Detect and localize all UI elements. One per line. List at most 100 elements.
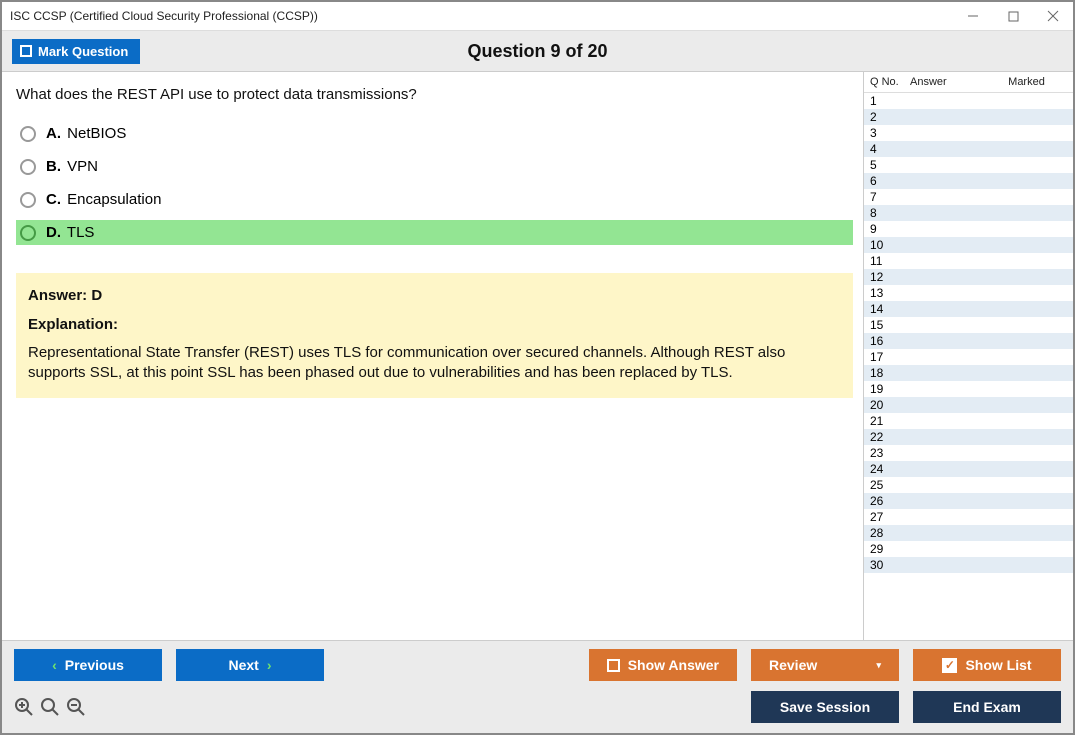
chevron-right-icon: ›	[267, 657, 272, 673]
side-header: Q No. Answer Marked	[864, 72, 1073, 93]
question-text: What does the REST API use to protect da…	[16, 86, 853, 103]
side-row[interactable]: 12	[864, 269, 1073, 285]
side-row-qno: 11	[870, 254, 910, 268]
side-row-qno: 6	[870, 174, 910, 188]
side-row[interactable]: 14	[864, 301, 1073, 317]
side-row[interactable]: 23	[864, 445, 1073, 461]
side-row[interactable]: 22	[864, 429, 1073, 445]
side-row[interactable]: 5	[864, 157, 1073, 173]
option-text: TLS	[67, 224, 95, 241]
close-button[interactable]	[1033, 2, 1073, 30]
save-session-button[interactable]: Save Session	[751, 691, 899, 723]
side-row-qno: 22	[870, 430, 910, 444]
side-row-qno: 27	[870, 510, 910, 524]
option-a[interactable]: A. NetBIOS	[16, 121, 853, 146]
side-row[interactable]: 4	[864, 141, 1073, 157]
side-row[interactable]: 29	[864, 541, 1073, 557]
side-row-qno: 5	[870, 158, 910, 172]
checkbox-icon	[20, 45, 32, 57]
maximize-button[interactable]	[993, 2, 1033, 30]
zoom-out-icon[interactable]	[66, 697, 86, 717]
side-row[interactable]: 8	[864, 205, 1073, 221]
show-answer-button[interactable]: Show Answer	[589, 649, 737, 681]
bottom-row-2: Save Session End Exam	[14, 691, 1061, 723]
review-label: Review	[769, 657, 817, 673]
zoom-in-icon[interactable]	[40, 697, 60, 717]
main-panel: What does the REST API use to protect da…	[2, 72, 863, 640]
previous-label: Previous	[65, 657, 124, 673]
option-text: Encapsulation	[67, 191, 161, 208]
side-row[interactable]: 2	[864, 109, 1073, 125]
side-row-qno: 26	[870, 494, 910, 508]
side-row[interactable]: 7	[864, 189, 1073, 205]
topbar: Mark Question Question 9 of 20	[2, 30, 1073, 72]
show-list-button[interactable]: ✓ Show List	[913, 649, 1061, 681]
radio-icon	[20, 192, 36, 208]
option-c[interactable]: C. Encapsulation	[16, 187, 853, 212]
side-row-qno: 9	[870, 222, 910, 236]
side-list[interactable]: 1234567891011121314151617181920212223242…	[864, 93, 1073, 640]
side-row[interactable]: 18	[864, 365, 1073, 381]
option-text: NetBIOS	[67, 125, 126, 142]
col-qno: Q No.	[870, 76, 910, 88]
chevron-left-icon: ‹	[52, 657, 57, 673]
option-b[interactable]: B. VPN	[16, 154, 853, 179]
col-answer: Answer	[910, 76, 980, 88]
side-row[interactable]: 28	[864, 525, 1073, 541]
next-label: Next	[228, 657, 258, 673]
col-marked: Marked	[980, 76, 1073, 88]
radio-icon	[20, 159, 36, 175]
side-row[interactable]: 27	[864, 509, 1073, 525]
side-row-qno: 25	[870, 478, 910, 492]
option-letter: D.	[46, 224, 61, 241]
side-row-qno: 8	[870, 206, 910, 220]
side-row-qno: 21	[870, 414, 910, 428]
side-row-qno: 23	[870, 446, 910, 460]
side-row[interactable]: 9	[864, 221, 1073, 237]
end-exam-button[interactable]: End Exam	[913, 691, 1061, 723]
side-row-qno: 2	[870, 110, 910, 124]
explanation-text: Representational State Transfer (REST) u…	[28, 343, 841, 384]
side-row[interactable]: 3	[864, 125, 1073, 141]
side-row-qno: 30	[870, 558, 910, 572]
side-row[interactable]: 6	[864, 173, 1073, 189]
minimize-button[interactable]	[953, 2, 993, 30]
side-row[interactable]: 11	[864, 253, 1073, 269]
side-row-qno: 14	[870, 302, 910, 316]
option-text: VPN	[67, 158, 98, 175]
next-button[interactable]: Next ›	[176, 649, 324, 681]
titlebar: ISC CCSP (Certified Cloud Security Profe…	[2, 2, 1073, 30]
answer-box: Answer: D Explanation: Representational …	[16, 273, 853, 398]
side-row[interactable]: 16	[864, 333, 1073, 349]
app-window: ISC CCSP (Certified Cloud Security Profe…	[0, 0, 1075, 735]
side-row-qno: 20	[870, 398, 910, 412]
side-row[interactable]: 19	[864, 381, 1073, 397]
side-row[interactable]: 15	[864, 317, 1073, 333]
option-letter: B.	[46, 158, 61, 175]
side-row[interactable]: 1	[864, 93, 1073, 109]
side-row[interactable]: 20	[864, 397, 1073, 413]
option-d[interactable]: D. TLS	[16, 220, 853, 245]
review-button[interactable]: Review ▾	[751, 649, 899, 681]
side-row[interactable]: 26	[864, 493, 1073, 509]
side-row[interactable]: 21	[864, 413, 1073, 429]
side-row-qno: 3	[870, 126, 910, 140]
side-row[interactable]: 10	[864, 237, 1073, 253]
side-row[interactable]: 24	[864, 461, 1073, 477]
chevron-down-icon: ▾	[876, 660, 881, 671]
side-row-qno: 29	[870, 542, 910, 556]
side-row[interactable]: 13	[864, 285, 1073, 301]
options-list: A. NetBIOS B. VPN C. Encapsulation D. TL…	[16, 121, 853, 245]
side-row[interactable]: 30	[864, 557, 1073, 573]
side-row-qno: 18	[870, 366, 910, 380]
previous-button[interactable]: ‹ Previous	[14, 649, 162, 681]
side-row[interactable]: 17	[864, 349, 1073, 365]
radio-icon	[20, 126, 36, 142]
zoom-reset-icon[interactable]	[14, 697, 34, 717]
mark-question-button[interactable]: Mark Question	[12, 39, 140, 64]
end-exam-label: End Exam	[953, 699, 1021, 715]
side-row-qno: 7	[870, 190, 910, 204]
side-row-qno: 13	[870, 286, 910, 300]
side-row[interactable]: 25	[864, 477, 1073, 493]
side-row-qno: 15	[870, 318, 910, 332]
